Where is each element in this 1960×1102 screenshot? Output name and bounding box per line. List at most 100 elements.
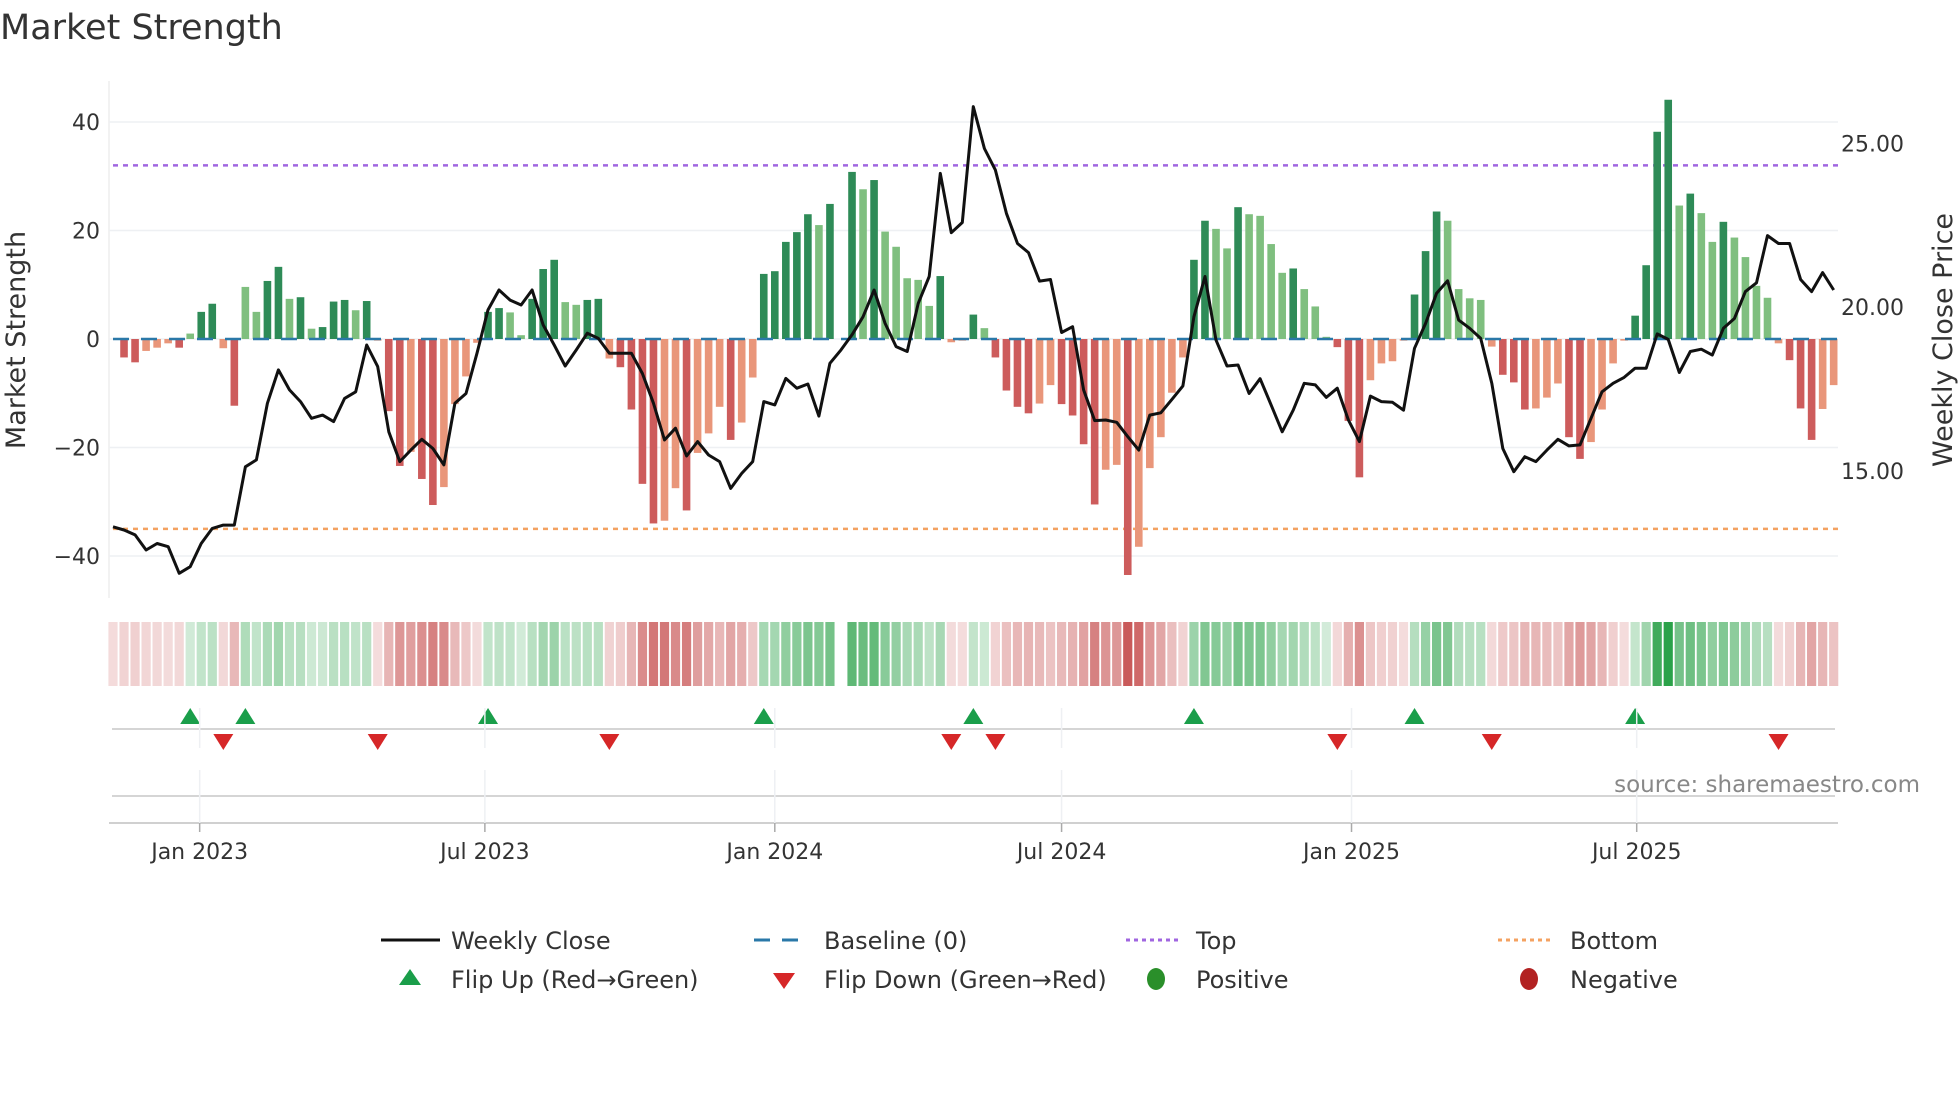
negative-strip-cell bbox=[1167, 622, 1177, 686]
negative-bar bbox=[649, 339, 658, 524]
positive-strip-cell bbox=[1762, 622, 1773, 686]
negative-bar bbox=[1057, 339, 1066, 405]
negative-strip-cell bbox=[1034, 622, 1045, 686]
positive-strip-cell bbox=[1729, 622, 1740, 686]
negative-strip-cell bbox=[1619, 622, 1629, 686]
negative-strip-cell bbox=[417, 622, 427, 686]
negative-strip-cell bbox=[1123, 622, 1133, 686]
negative-strip-cell bbox=[659, 622, 670, 686]
negative-strip-cell bbox=[957, 622, 967, 686]
positive-bar bbox=[296, 297, 305, 339]
positive-bar bbox=[1300, 289, 1309, 339]
positive-strip-cell bbox=[935, 622, 945, 686]
legend-flip-up: Flip Up (Red→Green) bbox=[451, 966, 699, 994]
positive-strip-cell bbox=[527, 622, 537, 686]
legend-weekly-close: Weekly Close bbox=[451, 927, 611, 955]
negative-bar bbox=[1355, 339, 1364, 478]
positive-strip-cell bbox=[262, 622, 273, 686]
positive-bar bbox=[1697, 213, 1706, 339]
negative-bar bbox=[1565, 339, 1573, 438]
positive-bar bbox=[1631, 315, 1639, 339]
negative-bar bbox=[1179, 339, 1187, 358]
negative-bar bbox=[1112, 339, 1121, 465]
positive-bar bbox=[969, 314, 978, 339]
positive-strip-cell bbox=[593, 622, 603, 686]
flip-down-marker bbox=[367, 734, 388, 750]
positive-strip-cell bbox=[1189, 622, 1199, 686]
negative-bar bbox=[1510, 339, 1518, 383]
positive-bar bbox=[285, 298, 294, 339]
positive-bar bbox=[1245, 214, 1253, 339]
negative-circle-icon bbox=[1520, 968, 1538, 990]
negative-strip-cell bbox=[648, 622, 659, 686]
x-tick-label: Jan 2023 bbox=[149, 840, 248, 865]
negative-bar bbox=[737, 339, 746, 423]
positive-bar bbox=[870, 180, 878, 339]
positive-strip-cell bbox=[1685, 622, 1695, 686]
negative-strip-cell bbox=[384, 622, 394, 686]
positive-bar bbox=[980, 328, 989, 339]
positive-strip-cell bbox=[185, 622, 195, 686]
negative-bar bbox=[142, 339, 150, 351]
negative-strip-cell bbox=[141, 622, 151, 686]
negative-bar bbox=[991, 339, 1000, 358]
positive-strip-cell bbox=[770, 622, 780, 686]
positive-strip-cell bbox=[1663, 622, 1673, 686]
positive-bar bbox=[759, 273, 768, 339]
positive-bar bbox=[1708, 241, 1717, 339]
negative-strip-cell bbox=[163, 622, 173, 686]
negative-bar bbox=[1532, 339, 1540, 409]
negative-strip-cell bbox=[726, 622, 736, 686]
positive-bar bbox=[495, 308, 503, 339]
negative-strip-cell bbox=[1608, 622, 1618, 686]
positive-strip-cell bbox=[759, 622, 769, 686]
flip-down-marker bbox=[1768, 734, 1789, 750]
positive-strip-cell bbox=[560, 622, 570, 686]
negative-strip-cell bbox=[1112, 622, 1122, 686]
negative-bar bbox=[429, 339, 437, 506]
negative-strip-cell bbox=[1531, 622, 1541, 686]
negative-bar bbox=[120, 339, 128, 358]
negative-strip-cell bbox=[1818, 622, 1828, 686]
positive-strip-cell bbox=[494, 622, 504, 686]
negative-strip-cell bbox=[1056, 622, 1067, 686]
positive-circle-icon bbox=[1147, 968, 1165, 990]
negative-strip-cell bbox=[626, 622, 637, 686]
flip-down-icon bbox=[773, 973, 795, 989]
negative-strip-cell bbox=[1597, 622, 1607, 686]
negative-bar bbox=[627, 339, 636, 410]
legend-bottom: Bottom bbox=[1570, 927, 1658, 955]
negative-strip-cell bbox=[1553, 622, 1563, 686]
negative-strip-cell bbox=[439, 622, 449, 686]
negative-strip-cell bbox=[218, 622, 228, 686]
negative-strip-cell bbox=[1498, 622, 1508, 686]
positive-strip-cell bbox=[340, 622, 350, 686]
negative-bar bbox=[682, 339, 691, 511]
negative-strip-cell bbox=[1012, 622, 1023, 686]
negative-strip-cell bbox=[1079, 622, 1089, 686]
positive-strip-cell bbox=[483, 622, 493, 686]
negative-bar bbox=[748, 339, 757, 378]
positive-strip-cell bbox=[1420, 622, 1431, 686]
negative-bar bbox=[418, 339, 426, 479]
negative-strip-cell bbox=[990, 622, 1000, 686]
negative-bar bbox=[131, 339, 139, 363]
positive-strip-cell bbox=[1288, 622, 1298, 686]
legend-top: Top bbox=[1195, 927, 1237, 955]
negative-bar bbox=[1785, 339, 1794, 361]
positive-bar bbox=[208, 303, 217, 339]
positive-strip-cell bbox=[571, 622, 581, 686]
flip-down-marker bbox=[213, 734, 234, 750]
positive-strip-cell bbox=[1476, 622, 1486, 686]
negative-strip-cell bbox=[472, 622, 482, 686]
positive-bar bbox=[550, 259, 558, 339]
positive-strip-cell bbox=[1222, 622, 1232, 686]
legend: Weekly Close Baseline (0) Top Bottom Fli… bbox=[381, 927, 1678, 994]
flip-up-marker bbox=[753, 708, 774, 724]
positive-strip-cell bbox=[1432, 622, 1442, 686]
positive-strip-cell bbox=[968, 622, 978, 686]
negative-bar bbox=[1609, 339, 1617, 364]
negative-strip-cell bbox=[1178, 622, 1188, 686]
positive-strip-cell bbox=[1696, 622, 1706, 686]
flip-up-marker bbox=[963, 708, 984, 724]
